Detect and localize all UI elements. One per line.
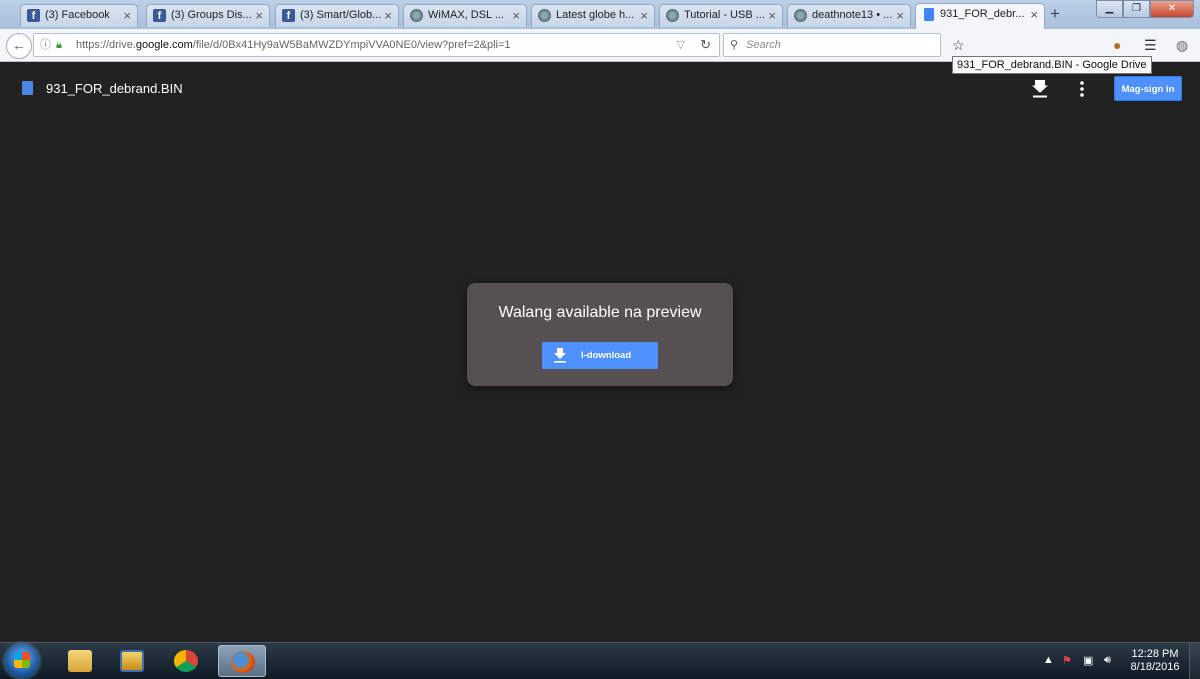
sign-in-button[interactable]: Mag-sign in bbox=[1114, 76, 1182, 101]
close-tab-icon[interactable]: × bbox=[1030, 4, 1038, 25]
tab-label: Tutorial - USB ... bbox=[684, 9, 765, 21]
no-preview-card: Walang available na preview I-download bbox=[467, 283, 733, 386]
minimize-button[interactable]: ▁ bbox=[1096, 0, 1123, 18]
taskbar-media-player[interactable] bbox=[108, 645, 156, 677]
forum-icon bbox=[794, 9, 807, 22]
forum-icon bbox=[666, 9, 679, 22]
close-tab-icon[interactable]: × bbox=[255, 5, 263, 26]
close-tab-icon[interactable]: × bbox=[896, 5, 904, 26]
tab-tutorial-usb[interactable]: Tutorial - USB ... × bbox=[659, 4, 783, 27]
lock-icon: 🔒︎ bbox=[56, 39, 62, 51]
menu-icon[interactable]: ☰ bbox=[1144, 37, 1157, 54]
download-icon bbox=[554, 348, 566, 363]
tab-smart-globe[interactable]: f (3) Smart/Glob... × bbox=[275, 4, 399, 27]
facebook-icon: f bbox=[153, 9, 166, 22]
tab-facebook[interactable]: f (3) Facebook × bbox=[20, 4, 138, 27]
download-button[interactable]: I-download bbox=[542, 342, 658, 369]
show-hidden-icons[interactable]: ▲ bbox=[1043, 654, 1054, 666]
tab-label: (3) Groups Dis... bbox=[171, 9, 252, 21]
new-tab-button[interactable]: + bbox=[1050, 4, 1060, 24]
close-tab-icon[interactable]: × bbox=[123, 5, 131, 26]
media-player-icon bbox=[120, 650, 144, 672]
facebook-icon: f bbox=[27, 9, 40, 22]
address-bar[interactable]: ⓘ 🔒︎ https://drive.google.com/file/d/0Bx… bbox=[33, 33, 720, 57]
navigation-bar: ← ⓘ 🔒︎ https://drive.google.com/file/d/0… bbox=[0, 29, 1200, 74]
taskbar-chrome[interactable] bbox=[162, 645, 210, 677]
back-button[interactable]: ← bbox=[6, 33, 32, 59]
file-icon bbox=[22, 81, 33, 95]
url-text: https://drive.google.com/file/d/0Bx41Hy9… bbox=[76, 39, 511, 51]
close-tab-icon[interactable]: × bbox=[768, 5, 776, 26]
tab-latest-globe[interactable]: Latest globe h... × bbox=[531, 4, 655, 27]
forum-icon bbox=[410, 9, 423, 22]
info-icon[interactable]: ⓘ bbox=[40, 34, 51, 56]
taskbar-file-explorer[interactable] bbox=[56, 645, 104, 677]
tab-label: (3) Smart/Glob... bbox=[300, 9, 382, 21]
tab-label: (3) Facebook bbox=[45, 9, 110, 21]
file-explorer-icon bbox=[68, 650, 92, 672]
windows-logo-icon bbox=[14, 652, 30, 668]
search-field[interactable]: ⚲ Search bbox=[723, 33, 941, 57]
window-controls: ▁ ❐ ✕ bbox=[1096, 0, 1194, 18]
no-preview-message: Walang available na preview bbox=[498, 304, 702, 321]
tab-label: deathnote13 • ... bbox=[812, 9, 893, 21]
system-clock[interactable]: 12:28 PM 8/18/2016 bbox=[1128, 648, 1182, 674]
maximize-button[interactable]: ❐ bbox=[1123, 0, 1150, 18]
extension-icon[interactable]: ● bbox=[1113, 37, 1121, 53]
close-tab-icon[interactable]: × bbox=[384, 5, 392, 26]
url-dropdown-icon[interactable]: ▽ bbox=[677, 34, 685, 56]
bookmark-star-icon[interactable]: ☆ bbox=[952, 37, 965, 54]
drive-viewer-header: 931_FOR_debrand.BIN Mag-sign in bbox=[0, 62, 1200, 112]
file-name: 931_FOR_debrand.BIN bbox=[46, 81, 183, 96]
close-tab-icon[interactable]: × bbox=[512, 5, 520, 26]
start-button[interactable] bbox=[5, 644, 39, 678]
taskbar-firefox[interactable] bbox=[218, 645, 266, 677]
drive-doc-icon bbox=[924, 8, 934, 21]
network-icon[interactable]: ▣ bbox=[1083, 654, 1093, 667]
action-center-icon[interactable]: ⚑ bbox=[1062, 654, 1072, 667]
download-label: I-download bbox=[581, 350, 632, 361]
chrome-icon bbox=[174, 650, 198, 672]
tab-label: 931_FOR_debr... bbox=[940, 8, 1025, 20]
clock-date: 8/18/2016 bbox=[1130, 661, 1180, 673]
tab-label: WiMAX, DSL ... bbox=[428, 9, 504, 21]
search-placeholder: Search bbox=[746, 39, 781, 51]
download-icon[interactable] bbox=[1032, 80, 1048, 98]
tab-groups[interactable]: f (3) Groups Dis... × bbox=[146, 4, 270, 27]
tab-label: Latest globe h... bbox=[556, 9, 635, 21]
close-window-button[interactable]: ✕ bbox=[1150, 0, 1194, 18]
show-desktop-button[interactable] bbox=[1189, 643, 1200, 679]
tab-wimax[interactable]: WiMAX, DSL ... × bbox=[403, 4, 527, 27]
search-icon: ⚲ bbox=[730, 39, 739, 51]
windows-taskbar: ▲ ⚑ ▣ 🔊︎ 12:28 PM 8/18/2016 bbox=[0, 642, 1200, 679]
clock-time: 12:28 PM bbox=[1131, 648, 1179, 660]
tab-deathnote13[interactable]: deathnote13 • ... × bbox=[787, 4, 911, 27]
addon-icon[interactable]: ◍ bbox=[1176, 37, 1188, 54]
forum-icon bbox=[538, 9, 551, 22]
more-options-icon[interactable] bbox=[1076, 80, 1088, 98]
facebook-icon: f bbox=[282, 9, 295, 22]
tab-strip: f (3) Facebook × f (3) Groups Dis... × f… bbox=[0, 0, 1200, 29]
close-tab-icon[interactable]: × bbox=[640, 5, 648, 26]
volume-icon[interactable]: 🔊︎ bbox=[1104, 654, 1111, 667]
reload-icon[interactable]: ↻ bbox=[700, 34, 711, 56]
firefox-icon bbox=[231, 651, 255, 673]
tab-google-drive-active[interactable]: 931_FOR_debr... × bbox=[915, 3, 1045, 29]
